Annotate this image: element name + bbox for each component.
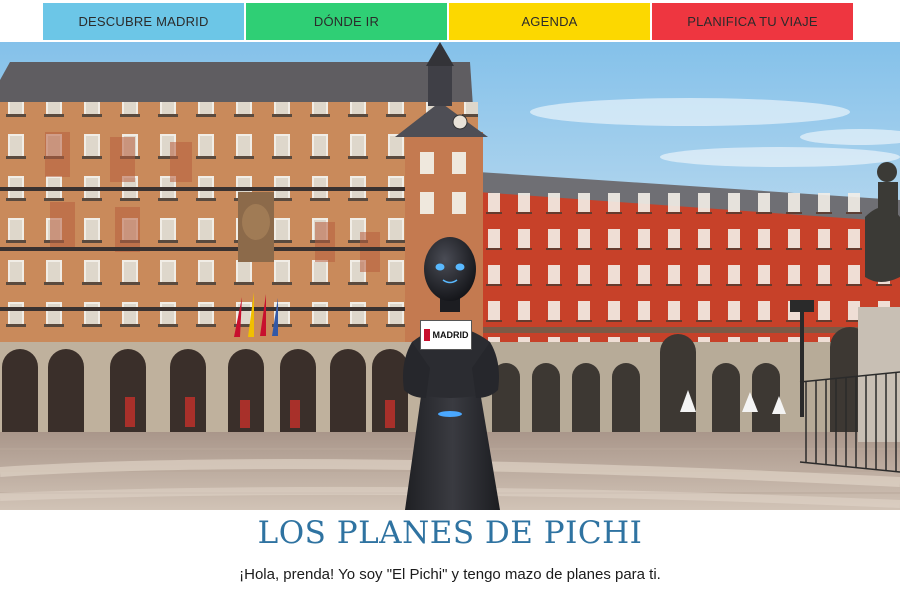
robot-madrid-sign: MADRID — [420, 320, 472, 350]
robot-sign-text: MADRID — [432, 330, 469, 340]
nav-donde-ir[interactable]: DÓNDE IR — [246, 3, 447, 40]
page-title: LOS PLANES DE PICHI — [257, 515, 643, 551]
hero-image: MADRID — [0, 42, 900, 510]
main-navigation: DESCUBRE MADRID DÓNDE IR AGENDA PLANIFIC… — [43, 3, 853, 40]
nav-descubre-madrid[interactable]: DESCUBRE MADRID — [43, 3, 244, 40]
madrid-logo-icon — [423, 329, 430, 341]
nav-agenda[interactable]: AGENDA — [449, 3, 650, 40]
page-subtitle: ¡Hola, prenda! Yo soy "El Pichi" y tengo… — [239, 566, 661, 583]
nav-planifica-tu-viaje[interactable]: PLANIFICA TU VIAJE — [652, 3, 853, 40]
